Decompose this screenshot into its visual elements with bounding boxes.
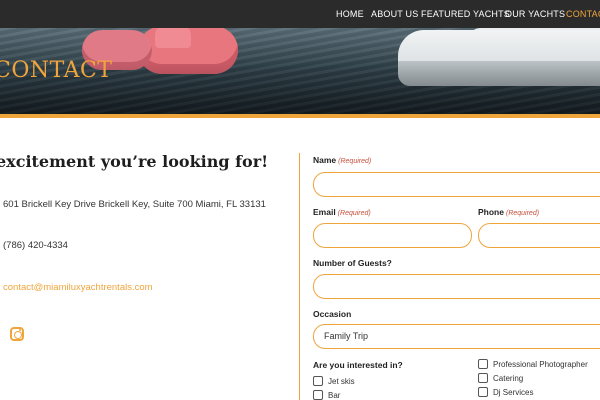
photographer-label: Professional Photographer (493, 359, 588, 369)
contact-heading: excitement you’re looking for! (0, 152, 269, 171)
bar-checkbox[interactable] (313, 390, 323, 400)
interest-option-jet-skis[interactable]: Jet skis (313, 376, 355, 386)
hero-title: CONTACT (0, 58, 113, 83)
nav-contact[interactable]: CONTACT (566, 9, 600, 19)
top-navbar: HOME ABOUT US FEATURED YACHTS OUR YACHTS… (0, 0, 600, 28)
interest-option-catering[interactable]: Catering (478, 373, 523, 383)
email-label: Email (Required) (313, 207, 371, 217)
nav-home[interactable]: HOME (336, 9, 364, 19)
name-required-tag: (Required) (338, 158, 372, 165)
photographer-checkbox[interactable] (478, 359, 488, 369)
dj-services-checkbox[interactable] (478, 387, 488, 397)
interest-option-bar[interactable]: Bar (313, 390, 340, 400)
nav-about-us[interactable]: ABOUT US (371, 9, 418, 19)
address-text: 601 Brickell Key Drive Brickell Key, Sui… (3, 199, 266, 210)
name-label: Name (Required) (313, 155, 372, 165)
guests-field[interactable] (313, 274, 600, 299)
nav-featured-yachts[interactable]: FEATURED YACHTS (421, 9, 510, 19)
email-required-tag: (Required) (337, 210, 371, 217)
interest-label: Are you interested in? (313, 360, 403, 370)
guests-label: Number of Guests? (313, 258, 392, 268)
phone-required-tag: (Required) (505, 210, 540, 217)
jet-skis-checkbox[interactable] (313, 376, 323, 386)
hero-accent-bar (0, 114, 600, 118)
jet-skis-label: Jet skis (328, 376, 355, 386)
bar-label: Bar (328, 390, 341, 400)
email-link[interactable]: contact@miamiluxyachtrentals.com (3, 282, 153, 293)
phone-field[interactable] (478, 223, 600, 248)
name-field[interactable] (313, 172, 600, 197)
catering-checkbox[interactable] (478, 373, 488, 383)
phone-label: Phone (Required) (478, 207, 540, 217)
catering-label: Catering (493, 373, 524, 383)
email-field[interactable] (313, 223, 472, 248)
interest-option-photographer[interactable]: Professional Photographer (478, 359, 588, 369)
dj-services-label: Dj Services (493, 387, 534, 397)
occasion-label: Occasion (313, 309, 352, 319)
occasion-select[interactable]: Family Trip (313, 324, 600, 349)
instagram-icon[interactable] (10, 327, 24, 341)
column-divider (299, 153, 300, 400)
nav-our-yachts[interactable]: OUR YACHTS (505, 9, 565, 19)
interest-option-dj-services[interactable]: Dj Services (478, 387, 533, 397)
phone-text[interactable]: (786) 420-4334 (3, 240, 68, 251)
